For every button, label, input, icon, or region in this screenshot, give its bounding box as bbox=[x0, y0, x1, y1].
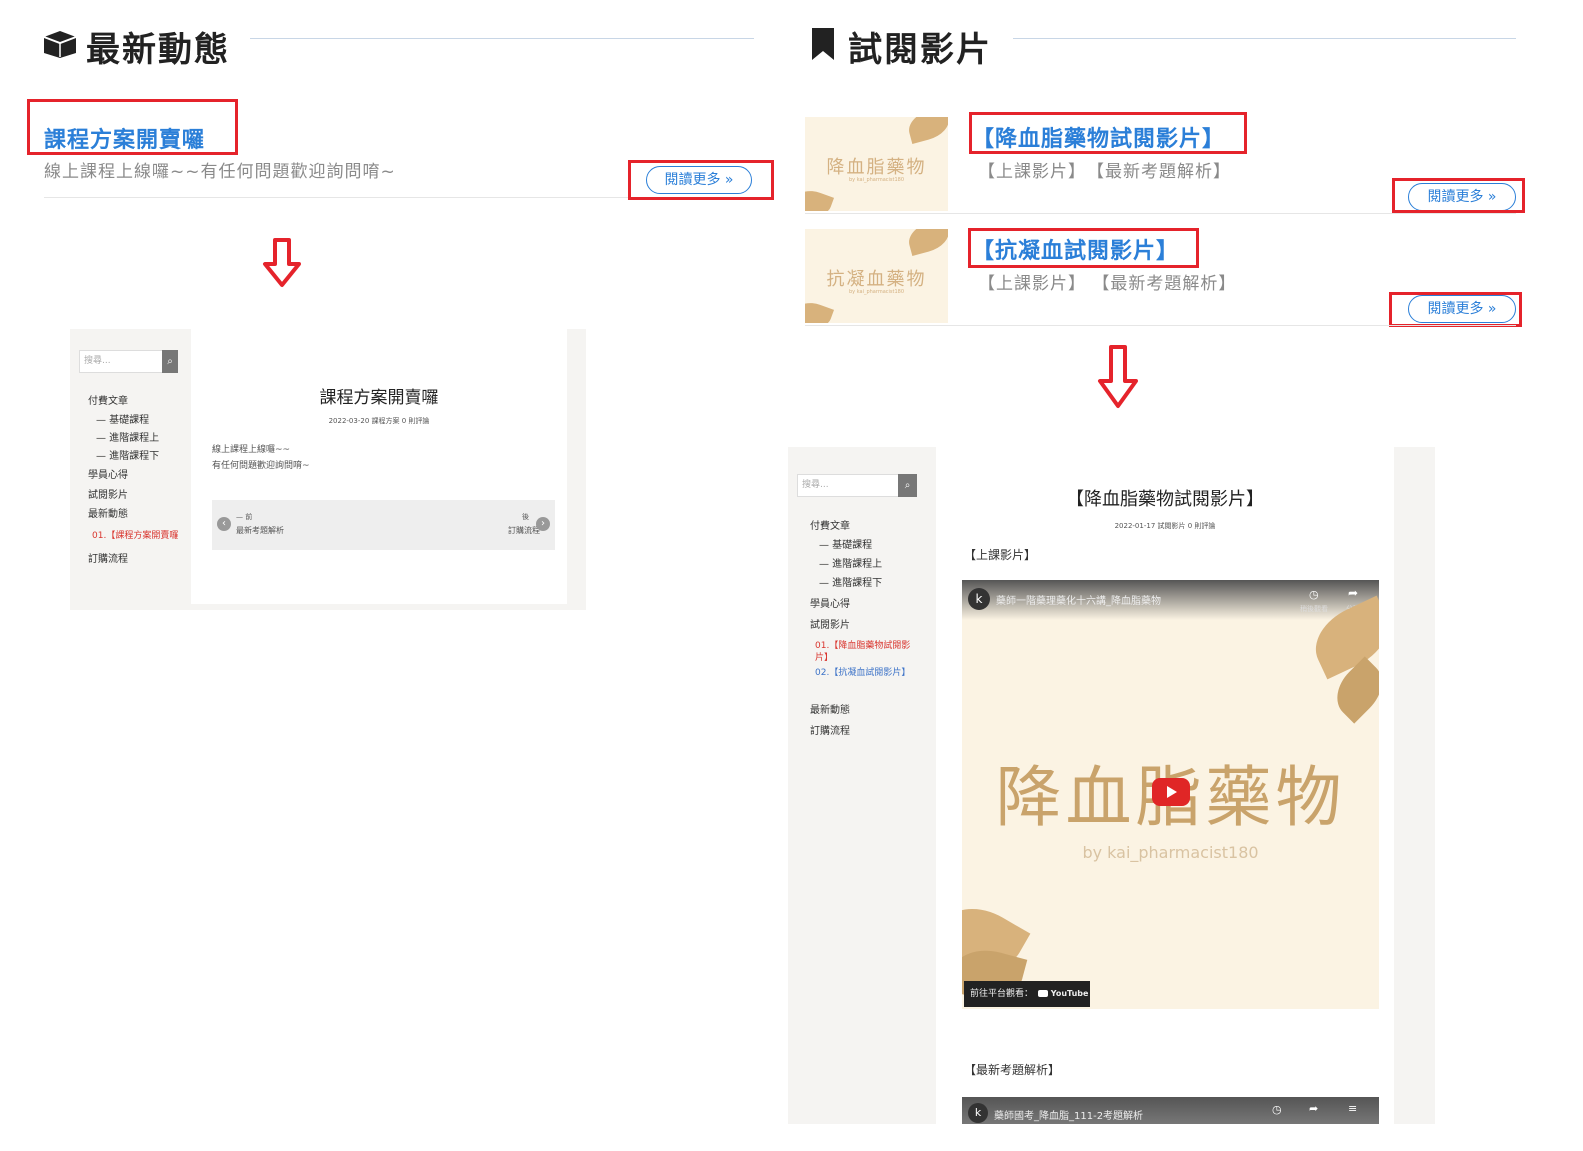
leaf-decoration bbox=[905, 117, 948, 144]
left-section-header: 最新動態 bbox=[42, 22, 754, 70]
down-arrow-icon bbox=[262, 238, 302, 288]
next-arrow-icon[interactable]: › bbox=[536, 517, 550, 531]
channel-avatar[interactable]: k bbox=[968, 1103, 988, 1123]
leaf-decoration bbox=[805, 297, 835, 323]
preview-nav-item[interactable]: 試閱影片 bbox=[88, 486, 128, 501]
box-icon bbox=[42, 29, 78, 59]
thumbnail-subtitle: by kai_pharmacist180 bbox=[848, 177, 905, 183]
watch-later-label: 稍後觀看 bbox=[1300, 605, 1328, 613]
preview-nav-item[interactable]: 試閱影片 bbox=[810, 616, 850, 631]
preview-section-label: 【最新考題解析】 bbox=[964, 1063, 1061, 1077]
preview-post-nav: ‹ — 前 最新考題解析 後 訂購流程 › bbox=[212, 500, 555, 550]
right-section-header: 試閱影片 bbox=[808, 22, 1516, 70]
bookmark-icon bbox=[810, 26, 836, 62]
preview-nav-item[interactable]: 付費文章 bbox=[810, 517, 850, 532]
next-post-title[interactable]: 訂購流程 bbox=[508, 525, 540, 536]
prev-arrow-icon[interactable]: ‹ bbox=[217, 517, 231, 531]
thumbnail-title: 降血脂藥物 bbox=[826, 157, 927, 178]
highlight-box-post-title bbox=[968, 228, 1199, 268]
preview-nav-item[interactable]: 付費文章 bbox=[88, 392, 128, 407]
thumbnail-title: 抗凝血藥物 bbox=[826, 269, 927, 290]
preview-nav-item[interactable]: 訂購流程 bbox=[810, 722, 850, 737]
highlight-box-read-more bbox=[628, 160, 774, 200]
search-icon: ⌕ bbox=[167, 356, 173, 367]
highlight-box-read-more bbox=[1389, 292, 1522, 327]
preview-nav-item[interactable]: 學員心得 bbox=[88, 466, 128, 481]
search-icon: ⌕ bbox=[904, 480, 911, 491]
watch-on-youtube-button[interactable]: 前往平台觀看： YouTube bbox=[964, 981, 1090, 1007]
right-section-title: 試閱影片 bbox=[848, 30, 992, 70]
post-thumbnail[interactable]: 降血脂藥物 by kai_pharmacist180 bbox=[805, 117, 948, 211]
down-arrow-icon bbox=[1097, 345, 1139, 409]
post-divider bbox=[805, 213, 1516, 214]
youtube-logo-icon bbox=[1037, 990, 1048, 997]
preview-main: 課程方案開賣囉 2022-03-20 課程方案 0 則評論 線上課程上線囉~~ … bbox=[191, 329, 567, 604]
channel-avatar[interactable]: k bbox=[968, 588, 990, 610]
prev-label: — 前 bbox=[236, 513, 253, 521]
share-icon[interactable]: ➦ bbox=[1348, 586, 1358, 600]
highlight-box-read-more bbox=[1392, 178, 1525, 213]
post-divider bbox=[805, 325, 1516, 326]
post-page-preview: 搜尋... ⌕ 付費文章 — 基礎課程 — 進階課程上 — 進階課程下 學員心得… bbox=[70, 329, 586, 610]
preview-nav-item[interactable]: 學員心得 bbox=[810, 595, 850, 610]
video-post-page-preview: 搜尋... ⌕ 付費文章 — 基礎課程 — 進階課程上 — 進階課程下 學員心得… bbox=[788, 447, 1435, 1124]
preview-nav-item[interactable]: 訂購流程 bbox=[88, 550, 128, 565]
play-button-icon[interactable] bbox=[1152, 778, 1190, 806]
post-thumbnail[interactable]: 抗凝血藥物 by kai_pharmacist180 bbox=[805, 229, 948, 323]
right-section-divider bbox=[1013, 38, 1516, 39]
youtube-embed-2[interactable]: k 藥師國考_降血脂_111-2考題解析 ◷ ➦ ≡ bbox=[962, 1097, 1379, 1124]
video-title[interactable]: 藥師國考_降血脂_111-2考題解析 bbox=[994, 1107, 1143, 1122]
preview-search-button[interactable]: ⌕ bbox=[162, 350, 178, 373]
left-section-divider bbox=[250, 38, 754, 39]
preview-meta: 2022-01-17 試閱影片 0 則評論 bbox=[1114, 522, 1216, 530]
preview-body-line1: 線上課程上線囉~~ bbox=[212, 445, 291, 455]
leaf-decoration bbox=[805, 185, 835, 211]
youtube-label: YouTube bbox=[1050, 989, 1089, 998]
video-subtitle: by kai_pharmacist180 bbox=[1082, 843, 1259, 862]
preview-body-line2: 有任何問題歡迎詢問唷~ bbox=[212, 461, 310, 471]
thumbnail-subtitle: by kai_pharmacist180 bbox=[848, 289, 905, 295]
leaf-decoration bbox=[905, 229, 948, 256]
post-divider bbox=[44, 197, 628, 198]
preview-nav-item[interactable]: 最新動態 bbox=[810, 701, 850, 716]
highlight-box-post-title bbox=[969, 112, 1247, 154]
preview-nav-item[interactable]: — 基礎課程 bbox=[819, 536, 872, 551]
preview-meta: 2022-03-20 課程方案 0 則評論 bbox=[328, 417, 430, 425]
post-excerpt: 【上課影片】 【最新考題解析】 bbox=[978, 162, 1231, 182]
preview-nav-item-video[interactable]: 02.【抗凝血試閱影片】 bbox=[815, 667, 915, 679]
preview-nav-item[interactable]: — 進階課程下 bbox=[819, 574, 882, 589]
clock-icon[interactable]: ◷ bbox=[1272, 1103, 1282, 1116]
preview-section-label: 【上課影片】 bbox=[964, 548, 1037, 562]
preview-nav-item[interactable]: — 基礎課程 bbox=[96, 411, 149, 426]
preview-nav-item[interactable]: — 進階課程下 bbox=[96, 447, 159, 462]
preview-nav-item[interactable]: — 進階課程上 bbox=[96, 429, 159, 444]
post-excerpt: 【上課影片】 【最新考題解析】 bbox=[978, 274, 1237, 294]
left-section-title: 最新動態 bbox=[86, 30, 230, 70]
playlist-icon[interactable]: ≡ bbox=[1348, 1102, 1357, 1115]
highlight-box-post-title bbox=[27, 99, 238, 155]
preview-search-input[interactable]: 搜尋... bbox=[797, 474, 899, 497]
preview-search-input[interactable]: 搜尋... bbox=[79, 350, 166, 373]
preview-nav-item[interactable]: — 進階課程上 bbox=[819, 555, 882, 570]
next-label: 後 bbox=[522, 513, 529, 521]
preview-nav-item[interactable]: 最新動態 bbox=[88, 505, 128, 520]
youtube-embed[interactable]: k 藥師一階藥理藥化十六講_降血脂藥物 ◷ 稍後觀看 ➦ 分享 降血脂藥物 by… bbox=[962, 580, 1379, 1009]
preview-main: 【降血脂藥物試閱影片】 2022-01-17 試閱影片 0 則評論 【上課影片】… bbox=[936, 447, 1394, 1124]
prev-post-title[interactable]: 最新考題解析 bbox=[236, 525, 284, 536]
share-icon[interactable]: ➦ bbox=[1309, 1102, 1318, 1115]
preview-title: 【降血脂藥物試閱影片】 bbox=[1066, 489, 1264, 510]
preview-nav-active[interactable]: 01.【降血脂藥物試閱影片】 bbox=[815, 640, 915, 664]
preview-nav-active[interactable]: 01.【課程方案開賣囉 bbox=[92, 528, 178, 541]
watch-on-label: 前往平台觀看： bbox=[970, 989, 1034, 999]
preview-title: 課程方案開賣囉 bbox=[319, 388, 439, 408]
clock-icon[interactable]: ◷ bbox=[1309, 588, 1319, 601]
preview-search-button[interactable]: ⌕ bbox=[898, 474, 917, 497]
post-excerpt: 線上課程上線囉~~有任何問題歡迎詢問唷~ bbox=[44, 162, 396, 182]
video-title[interactable]: 藥師一階藥理藥化十六講_降血脂藥物 bbox=[996, 592, 1161, 607]
